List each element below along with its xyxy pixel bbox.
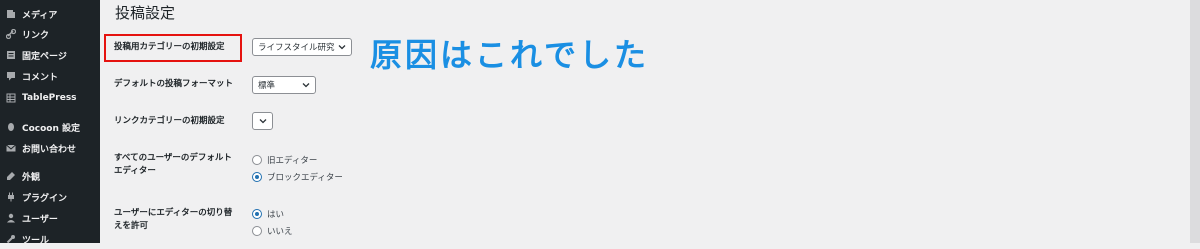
annotation-text: 原因はこれでした <box>370 36 650 74</box>
allow-switch-label: ユーザーにエディターの切り替 えを許可 <box>114 207 232 233</box>
sidebar-item-label: リンク <box>22 30 50 41</box>
allow-switch-no-label: いいえ <box>267 227 293 237</box>
scrollbar[interactable] <box>1190 0 1200 243</box>
sidebar-item-tablepress[interactable]: TablePress <box>0 88 100 108</box>
sidebar-item-appearance[interactable]: 外観 <box>0 166 100 186</box>
table-icon <box>6 93 16 103</box>
default-format-select[interactable]: 標準 <box>252 76 316 94</box>
sidebar-item-users[interactable]: ユーザー <box>0 208 100 228</box>
classic-editor-label: 旧エディター <box>267 156 318 166</box>
default-editor-label-line1: すべてのユーザーのデフォルト <box>114 153 232 163</box>
default-category-value: ライフスタイル研究 <box>258 43 335 53</box>
block-editor-label: ブロックエディター <box>267 173 343 183</box>
allow-switch-label-line2: えを許可 <box>114 221 149 231</box>
sidebar-item-label: プラグイン <box>22 193 68 204</box>
sidebar-item-label: コメント <box>22 72 59 83</box>
sidebar-item-links[interactable]: リンク <box>0 24 100 44</box>
sidebar-item-comments[interactable]: コメント <box>0 66 100 86</box>
block-editor-radio[interactable]: ブロックエディター <box>252 171 343 183</box>
sidebar-item-tools[interactable]: ツール <box>0 229 100 249</box>
sidebar-item-label: ツール <box>22 235 50 246</box>
default-category-select[interactable]: ライフスタイル研究 <box>252 38 352 56</box>
chevron-down-icon <box>302 83 310 88</box>
sidebar-item-plugins[interactable]: プラグイン <box>0 187 100 207</box>
classic-editor-radio[interactable]: 旧エディター <box>252 154 317 166</box>
chevron-down-icon <box>338 45 346 50</box>
link-icon <box>6 29 16 39</box>
allow-switch-yes-radio[interactable]: はい <box>252 208 284 220</box>
cocoon-icon <box>6 122 16 132</box>
radio-unchecked[interactable] <box>252 226 262 236</box>
main-content: 投稿設定 投稿用カテゴリーの初期設定 ライフスタイル研究 デフォルトの投稿フォー… <box>100 0 1200 243</box>
page-title: 投稿設定 <box>115 4 176 22</box>
default-format-value: 標準 <box>258 81 276 91</box>
allow-switch-label-line1: ユーザーにエディターの切り替 <box>114 208 233 218</box>
highlight-box <box>104 34 242 62</box>
sidebar-item-label: メディア <box>22 10 58 21</box>
sidebar-item-contact[interactable]: お問い合わせ <box>0 138 100 158</box>
sidebar-item-label: ユーザー <box>22 214 58 225</box>
radio-checked[interactable] <box>252 172 262 182</box>
plugin-icon <box>6 192 16 202</box>
user-icon <box>6 213 16 223</box>
radio-unchecked[interactable] <box>252 155 262 165</box>
appearance-icon <box>6 171 16 181</box>
sidebar-item-label: 外観 <box>22 172 41 183</box>
admin-sidebar: メディア リンク 固定ページ コメント TablePress Cocoon 設定 <box>0 0 100 246</box>
sidebar-item-label: Cocoon 設定 <box>22 123 81 134</box>
sidebar-item-label: TablePress <box>22 93 77 103</box>
mail-icon <box>6 143 16 153</box>
media-icon <box>6 9 16 19</box>
comment-icon <box>6 71 16 81</box>
chevron-down-icon <box>259 119 267 124</box>
default-editor-label: すべてのユーザーのデフォルト エディター <box>114 152 232 178</box>
allow-switch-yes-label: はい <box>267 210 285 220</box>
link-category-select[interactable] <box>252 112 273 130</box>
page-icon <box>6 50 16 60</box>
default-editor-label-line2: エディター <box>114 166 156 176</box>
link-category-label: リンクカテゴリーの初期設定 <box>114 116 225 126</box>
sidebar-item-label: お問い合わせ <box>22 144 77 155</box>
sidebar-item-label: 固定ページ <box>22 51 67 62</box>
sidebar-item-cocoon[interactable]: Cocoon 設定 <box>0 117 100 137</box>
allow-switch-no-radio[interactable]: いいえ <box>252 225 293 237</box>
radio-checked[interactable] <box>252 209 262 219</box>
sidebar-item-media[interactable]: メディア <box>0 4 100 24</box>
sidebar-item-pages[interactable]: 固定ページ <box>0 45 100 65</box>
default-format-label: デフォルトの投稿フォーマット <box>114 79 234 89</box>
